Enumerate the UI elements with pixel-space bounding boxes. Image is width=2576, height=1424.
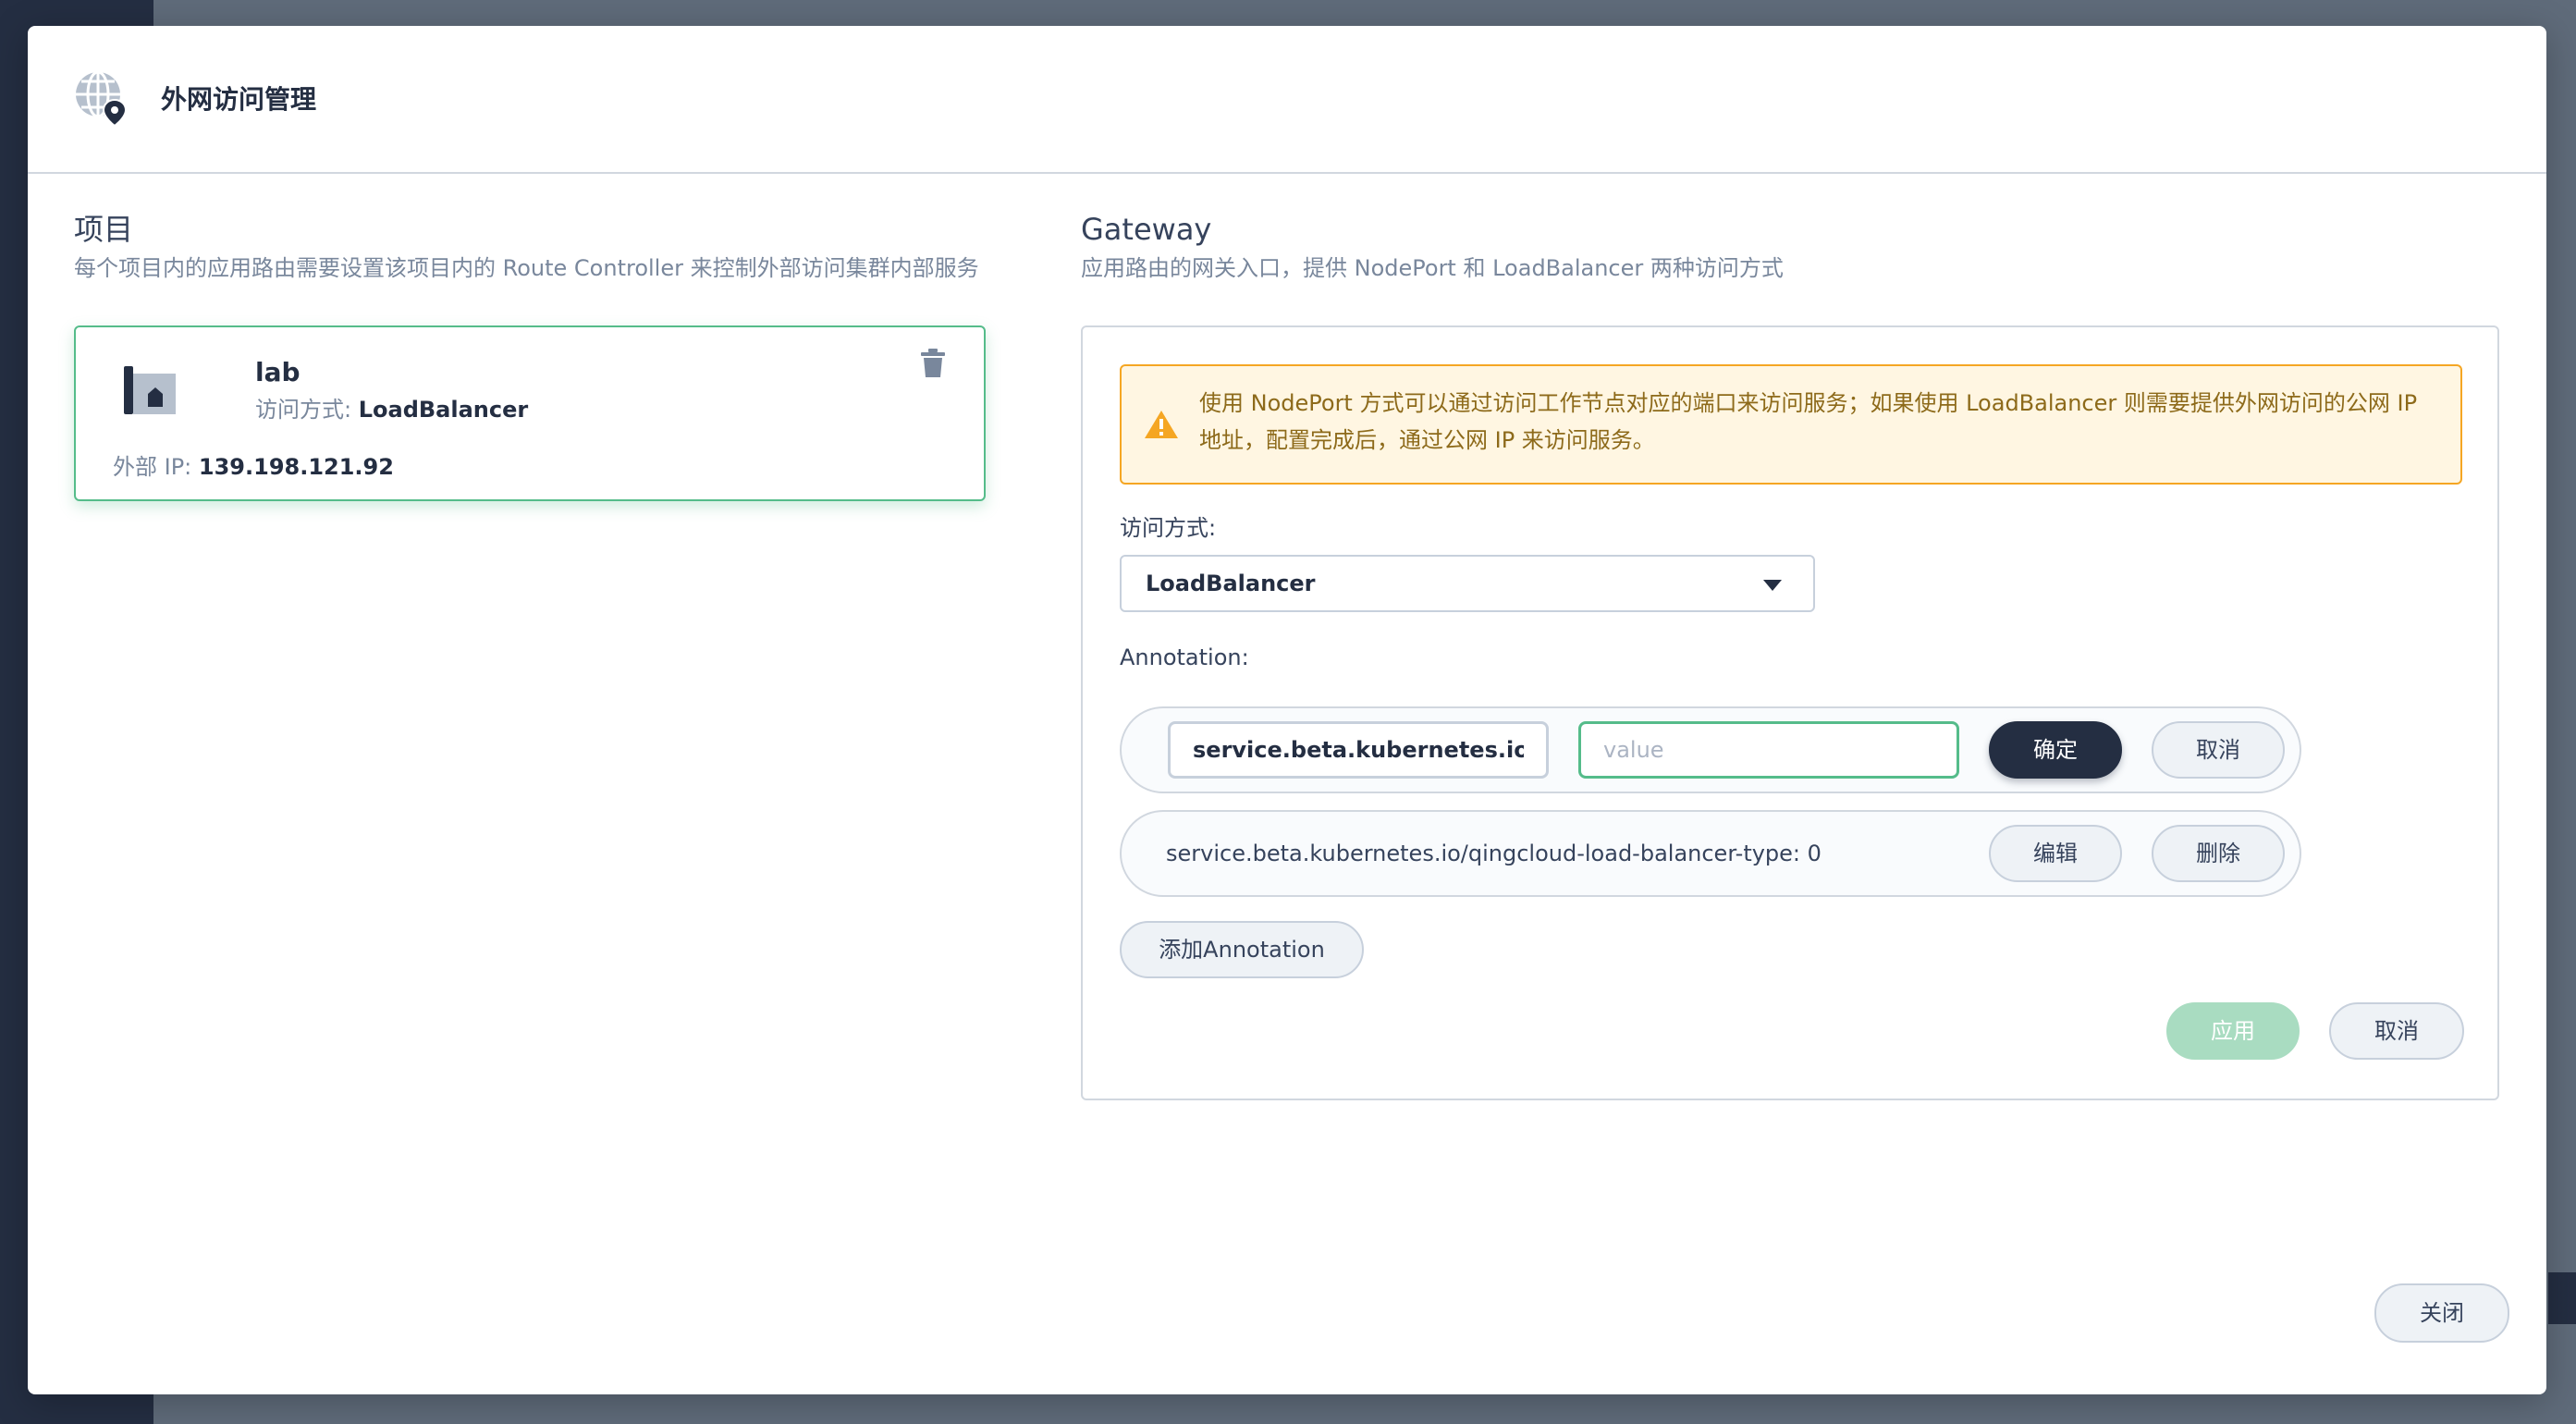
annotation-item: service.beta.kubernetes.io/qingcloud-loa… [1120, 810, 2301, 897]
annotation-key-input[interactable] [1168, 721, 1549, 779]
gateway-section-title: Gateway [1081, 212, 1212, 247]
project-section-description: 每个项目内的应用路由需要设置该项目内的 Route Controller 来控制… [74, 255, 979, 281]
confirm-button[interactable]: 确定 [1989, 721, 2122, 779]
project-access-label: 访问方式: [255, 397, 359, 423]
warning-banner: 使用 NodePort 方式可以通过访问工作节点对应的端口来访问服务；如果使用 … [1120, 364, 2462, 485]
edit-annotation-button[interactable]: 编辑 [1989, 825, 2122, 882]
trash-icon[interactable] [919, 348, 947, 379]
apply-button[interactable]: 应用 [2166, 1002, 2300, 1060]
globe-location-icon [76, 70, 128, 128]
project-section-header: 项目 每个项目内的应用路由需要设置该项目内的 Route Controller … [74, 209, 989, 285]
warning-text: 使用 NodePort 方式可以通过访问工作节点对应的端口来访问服务；如果使用 … [1199, 390, 2418, 453]
annotation-value-input[interactable] [1578, 721, 1959, 779]
project-icon [124, 366, 176, 414]
modal-header: 外网访问管理 [28, 26, 2546, 174]
annotation-item-text: service.beta.kubernetes.io/qingcloud-loa… [1166, 841, 1822, 866]
external-access-modal: 外网访问管理 项目 每个项目内的应用路由需要设置该项目内的 Route Cont… [28, 26, 2546, 1394]
gateway-form: 使用 NodePort 方式可以通过访问工作节点对应的端口来访问服务；如果使用 … [1081, 325, 2499, 1100]
cancel-button[interactable]: 取消 [2329, 1002, 2464, 1060]
annotation-label: Annotation: [1120, 644, 1249, 670]
access-method-selected: LoadBalancer [1146, 571, 1316, 596]
project-access-value: LoadBalancer [358, 397, 529, 423]
project-section-title: 项目 [74, 212, 134, 247]
gateway-section-description: 应用路由的网关入口，提供 NodePort 和 LoadBalancer 两种访… [1081, 255, 1784, 281]
gateway-section-header: Gateway 应用路由的网关入口，提供 NodePort 和 LoadBala… [1081, 209, 2499, 285]
project-ip-value: 139.198.121.92 [198, 454, 394, 480]
background-chip [2548, 1272, 2576, 1324]
access-method-label: 访问方式: [1120, 515, 1217, 541]
delete-annotation-button[interactable]: 删除 [2152, 825, 2285, 882]
project-card[interactable]: lab 访问方式: LoadBalancer 外部 IP: 139.198.12… [74, 325, 986, 501]
project-ip-label: 外部 IP: [113, 454, 199, 480]
annotation-edit-row: 确定 取消 [1120, 706, 2301, 793]
close-button[interactable]: 关闭 [2374, 1283, 2509, 1343]
access-method-select[interactable]: LoadBalancer [1120, 555, 1815, 612]
modal-title: 外网访问管理 [161, 84, 317, 115]
add-annotation-button[interactable]: 添加Annotation [1120, 921, 1364, 978]
chevron-down-icon [1763, 580, 1782, 591]
warning-icon [1145, 411, 1178, 438]
cancel-edit-button[interactable]: 取消 [2152, 721, 2285, 779]
project-name: lab [255, 357, 301, 387]
project-external-ip: 外部 IP: 139.198.121.92 [113, 451, 394, 483]
project-access-method: 访问方式: LoadBalancer [255, 394, 528, 425]
